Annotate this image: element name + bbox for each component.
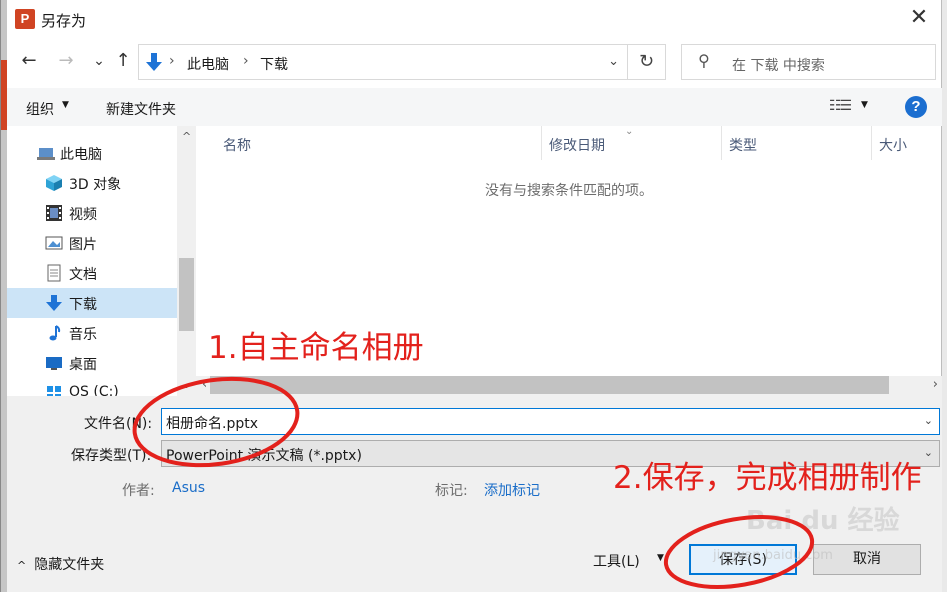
sidebar-item-pictures[interactable]: 图片 [7, 228, 177, 258]
filename-label: 文件名(N): [84, 416, 153, 432]
title-bar: P 另存为 ✕ [7, 0, 942, 38]
annotation-step-2: 2.保存，完成相册制作 [613, 460, 922, 496]
tools-button[interactable]: 工具(L) [593, 551, 640, 571]
sidebar-item-3d-objects[interactable]: 3D 对象 [7, 168, 177, 198]
up-button[interactable]: ↑ [111, 50, 135, 74]
chevron-right-icon[interactable]: › [933, 377, 938, 392]
sidebar-item-label: 3D 对象 [69, 177, 122, 193]
document-icon [47, 264, 61, 282]
forward-button[interactable]: → [54, 50, 78, 74]
view-options-button[interactable]: ☷☰ [829, 98, 852, 114]
sidebar-item-downloads[interactable]: 下载 [7, 288, 177, 318]
save-as-dialog: P 另存为 ✕ ← → ⌄ ↑ › 此电脑 › 下载 ⌄ ↻ ⚲ 在 下载 中搜… [0, 0, 947, 592]
drive-icon [47, 386, 61, 396]
sidebar-item-label: 图片 [69, 237, 97, 253]
sidebar-item-label: OS (C:) [69, 384, 119, 396]
cube-3d-icon [46, 175, 62, 191]
breadcrumb-separator: › [243, 53, 249, 69]
hide-folders-button[interactable]: ^ 隐藏文件夹 [17, 554, 104, 574]
chevron-up-icon: ^ [17, 559, 27, 572]
recent-locations-button[interactable]: ⌄ [87, 50, 111, 74]
back-button[interactable]: ← [17, 50, 41, 74]
breadcrumb-downloads[interactable]: 下载 [260, 54, 288, 74]
scrollbar-thumb[interactable] [179, 258, 194, 331]
address-bar[interactable]: › 此电脑 › 下载 ⌄ [138, 44, 628, 80]
file-list-horizontal-scrollbar[interactable]: ‹ › [196, 376, 942, 396]
author-field[interactable]: Asus [172, 480, 205, 496]
navigation-pane-scrollbar[interactable]: ^ ⌄ [177, 126, 196, 396]
command-toolbar: 组织 ▼ 新建文件夹 ☷☰ ▼ ? [7, 88, 942, 126]
filetype-label: 保存类型(T): [71, 448, 152, 464]
chevron-down-icon[interactable]: ⌄ [924, 414, 933, 427]
help-button[interactable]: ? [905, 96, 927, 118]
sidebar-item-music[interactable]: 音乐 [7, 318, 177, 348]
sort-chevron-icon: ⌄ [625, 126, 634, 137]
sidebar-item-label: 桌面 [69, 357, 97, 373]
column-header-date-modified[interactable]: 修改日期 [549, 135, 605, 155]
tags-label: 标记: [435, 483, 468, 499]
scrollbar-thumb[interactable] [210, 376, 889, 394]
sidebar-item-this-pc[interactable]: 此电脑 [7, 138, 177, 168]
empty-list-message: 没有与搜索条件匹配的项。 [485, 183, 653, 199]
desktop-icon [46, 357, 62, 370]
download-folder-icon [146, 53, 162, 71]
dialog-title: 另存为 [41, 12, 87, 30]
chevron-left-icon[interactable]: ‹ [202, 377, 207, 392]
arrow-right-icon: → [58, 50, 74, 71]
refresh-icon: ↻ [638, 51, 655, 72]
organize-button[interactable]: 组织 [26, 99, 54, 119]
powerpoint-icon: P [15, 9, 35, 29]
navigation-bar: ← → ⌄ ↑ › 此电脑 › 下载 ⌄ ↻ ⚲ 在 下载 中搜索 [7, 42, 942, 82]
sidebar-item-documents[interactable]: 文档 [7, 258, 177, 288]
chevron-down-icon[interactable]: ⌄ [924, 446, 933, 459]
search-icon: ⚲ [698, 51, 710, 70]
column-header-name[interactable]: 名称 [223, 135, 251, 155]
breadcrumb-this-pc[interactable]: 此电脑 [187, 54, 229, 74]
filename-value[interactable]: 相册命名.pptx [166, 413, 258, 433]
caret-down-icon[interactable]: ▼ [861, 100, 868, 110]
sidebar-item-os-drive[interactable]: OS (C:) [7, 378, 177, 396]
refresh-button[interactable]: ↻ [628, 44, 666, 80]
tags-field[interactable]: 添加标记 [484, 480, 540, 500]
chevron-down-icon[interactable]: ⌄ [182, 378, 191, 391]
chevron-down-icon[interactable]: ⌄ [608, 54, 619, 69]
baidu-watermark-logo: Bai du 经验 [746, 506, 900, 536]
filename-field[interactable]: 相册命名.pptx ⌄ [161, 408, 940, 435]
filetype-value: PowerPoint 演示文稿 (*.pptx) [166, 448, 362, 464]
computer-icon [37, 148, 55, 160]
sidebar-item-desktop[interactable]: 桌面 [7, 348, 177, 378]
chevron-up-icon[interactable]: ^ [182, 130, 191, 143]
caret-down-icon[interactable]: ▼ [657, 553, 664, 563]
sidebar-item-label: 音乐 [69, 327, 97, 343]
music-icon [49, 325, 61, 341]
sidebar-item-label: 文档 [69, 267, 97, 283]
arrow-left-icon: ← [21, 50, 37, 71]
hide-folders-label: 隐藏文件夹 [34, 557, 105, 573]
sidebar-item-label: 下载 [69, 297, 97, 313]
author-label: 作者: [122, 483, 155, 499]
column-header-type[interactable]: 类型 [729, 135, 757, 155]
close-icon: ✕ [909, 5, 929, 30]
arrow-up-icon: ↑ [115, 50, 131, 71]
video-icon [46, 205, 62, 221]
search-box[interactable]: ⚲ 在 下载 中搜索 [681, 44, 936, 80]
sidebar-item-label: 此电脑 [60, 147, 102, 163]
chevron-down-icon: ⌄ [93, 53, 105, 69]
caret-down-icon: ▼ [62, 100, 69, 110]
sidebar-item-videos[interactable]: 视频 [7, 198, 177, 228]
navigation-pane: 此电脑 3D 对象 视频 图片 文档 下载 音乐 桌面 OS (C:) ^ ⌄ [7, 126, 196, 396]
search-input[interactable]: 在 下载 中搜索 [732, 55, 825, 75]
baidu-watermark-url: jingyan.baidu.com [713, 548, 833, 563]
picture-icon [45, 236, 63, 250]
sidebar-item-label: 视频 [69, 207, 97, 223]
breadcrumb-separator: › [169, 53, 175, 69]
column-header-size[interactable]: 大小 [879, 135, 907, 155]
new-folder-button[interactable]: 新建文件夹 [106, 99, 176, 119]
download-icon [46, 295, 62, 311]
annotation-step-1: 1.自主命名相册 [208, 330, 424, 366]
close-button[interactable]: ✕ [904, 4, 934, 34]
